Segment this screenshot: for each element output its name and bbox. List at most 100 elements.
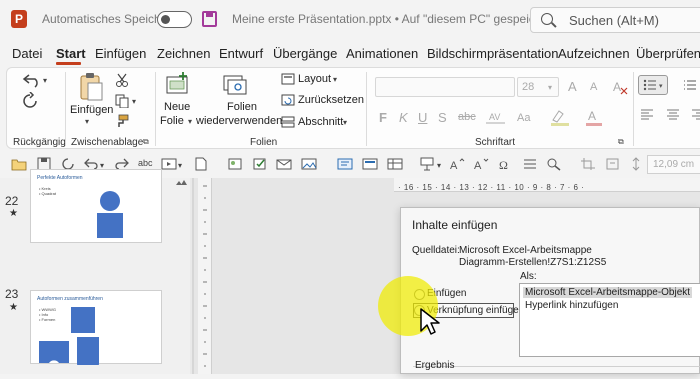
font-family-select[interactable] [375, 77, 515, 97]
font-size-dropdown-icon[interactable]: ▾ [548, 83, 552, 92]
shrink-font-qat-icon[interactable]: A [473, 157, 489, 171]
reuse-slides-icon[interactable] [222, 74, 248, 98]
source-label: Quelldatei: [412, 245, 460, 256]
highlight-color-icon[interactable] [549, 108, 571, 126]
slide-thumbnail-23[interactable]: Autoformen zusammenführen • WWWG • Info … [30, 290, 162, 365]
align-center-icon[interactable] [666, 108, 680, 122]
tab-zeichnen[interactable]: Zeichnen [157, 46, 210, 61]
font-shrink-button[interactable]: A [590, 81, 597, 93]
tab-start[interactable]: Start [56, 46, 86, 61]
redo-icon[interactable] [21, 92, 39, 110]
open-folder-icon[interactable] [11, 157, 27, 171]
paste-icon[interactable] [78, 72, 104, 102]
layout-icon[interactable] [281, 73, 295, 85]
slide-animation-star-icon: ★ [9, 302, 18, 313]
clipboard-launcher-icon[interactable]: ⧉ [143, 137, 149, 147]
list-item-excel-object[interactable]: Microsoft Excel-Arbeitsmappe-Objekt [523, 287, 693, 298]
slide-thumbnail-22[interactable]: Perfekte Autoformen • Kreis • Quadrat [30, 169, 162, 243]
new-slide-icon[interactable] [165, 72, 191, 96]
new-slide-label-2[interactable]: Folie [160, 115, 184, 128]
svg-text:A: A [474, 160, 482, 171]
clear-formatting-icon[interactable]: A [612, 79, 628, 95]
font-launcher-icon[interactable]: ⧉ [618, 137, 624, 147]
change-case-icon[interactable]: Aa [516, 110, 538, 124]
cut-icon[interactable] [115, 73, 129, 87]
result-label: Ergebnis [415, 360, 455, 371]
italic-button[interactable]: K [399, 110, 408, 125]
tab-ueberpruefen[interactable]: Überprüfen [636, 46, 700, 61]
reset-icon[interactable] [281, 94, 295, 106]
grow-font-qat-icon[interactable]: A [449, 157, 465, 171]
picture-qat-icon[interactable] [301, 157, 317, 171]
presenter-qat-icon[interactable] [419, 157, 435, 171]
undo-icon[interactable] [21, 72, 43, 88]
reset-label[interactable]: Zurücksetzen [298, 94, 364, 107]
zoom-qat-icon[interactable] [546, 157, 562, 171]
textbox-qat-icon[interactable] [337, 157, 353, 171]
paste-dropdown-icon[interactable]: ▾ [85, 117, 89, 126]
layout-label[interactable]: Layout [298, 73, 331, 86]
align-left-icon[interactable] [640, 108, 654, 122]
tab-uebergaenge[interactable]: Übergänge [273, 46, 337, 61]
shadow-button[interactable]: S [438, 110, 447, 125]
paste-as-listbox[interactable]: Microsoft Excel-Arbeitsmappe-Objekt Hype… [519, 283, 700, 357]
new-doc-qat-icon[interactable] [193, 157, 209, 171]
copy-dropdown-icon[interactable]: ▾ [132, 97, 136, 106]
tab-datei[interactable]: Datei [12, 46, 42, 61]
section-label[interactable]: Abschnitt [298, 116, 343, 129]
strikethrough-button[interactable]: abc [458, 111, 476, 123]
shape-height-input[interactable]: 12,09 cm [647, 155, 700, 174]
bold-button[interactable]: F [379, 110, 387, 125]
slide-bullet: • Quadrat [39, 191, 56, 196]
copy-icon[interactable] [115, 94, 129, 108]
crop-qat-icon[interactable] [580, 157, 596, 171]
list-qat-icon[interactable] [522, 157, 538, 171]
svg-text:A: A [450, 160, 458, 171]
source-line-1: Microsoft Excel-Arbeitsmappe [459, 245, 592, 256]
spelling-qat-button[interactable]: abc [138, 158, 153, 168]
tab-entwurf[interactable]: Entwurf [219, 46, 263, 61]
section-icon[interactable] [281, 116, 295, 128]
paste-link-radio-label[interactable]: Verknüpfung einfügen [427, 305, 524, 316]
check-qat-icon[interactable] [252, 157, 268, 171]
tab-animationen[interactable]: Animationen [346, 46, 418, 61]
layout-dropdown-icon[interactable]: ▾ [333, 75, 337, 84]
present-qat-dropdown-icon[interactable]: ▾ [178, 161, 182, 170]
ribbon-separator [155, 72, 156, 146]
underline-button[interactable]: U [418, 110, 427, 125]
slide-bullets: • Kreis • Quadrat [39, 186, 56, 196]
reuse-slides-label[interactable]: Folien [227, 101, 257, 114]
font-grow-button[interactable]: A [568, 79, 577, 94]
tab-bildschirmpraesentation[interactable]: Bildschirmpräsentation [427, 46, 559, 61]
list-item-hyperlink[interactable]: Hyperlink hinzufügen [523, 300, 620, 311]
font-color-icon[interactable]: A [584, 108, 606, 126]
search-input[interactable]: Suchen (Alt+M) [530, 7, 700, 33]
thumb-scroll-up-icon[interactable] [181, 180, 187, 185]
shape-qat-icon[interactable] [227, 157, 243, 171]
new-slide-label[interactable]: Neue [164, 101, 190, 114]
tab-aufzeichnen[interactable]: Aufzeichnen [558, 46, 630, 61]
new-slide-dropdown-icon[interactable]: ▾ [188, 117, 192, 126]
numbered-list-icon[interactable] [683, 78, 697, 92]
autosave-toggle[interactable] [157, 11, 192, 28]
mail-qat-icon[interactable] [276, 157, 292, 171]
section-dropdown-icon[interactable]: ▾ [343, 118, 347, 127]
align-right-icon[interactable] [691, 108, 700, 122]
undo-dropdown-icon[interactable]: ▾ [43, 76, 47, 85]
reuse-slides-label-2[interactable]: wiederverwenden [196, 115, 282, 128]
presenter-qat-dropdown-icon[interactable]: ▾ [437, 161, 441, 170]
format-painter-icon[interactable] [115, 114, 129, 128]
table-qat-icon[interactable] [387, 157, 403, 171]
font-size-select[interactable]: 28 ▾ [517, 77, 559, 97]
slide-layout-qat-icon[interactable] [362, 157, 378, 171]
paste-label[interactable]: Einfügen [70, 104, 113, 117]
slide-number-22: 22 [5, 194, 19, 208]
save-icon[interactable] [202, 11, 217, 27]
bullets-button[interactable]: ▾ [638, 75, 668, 95]
resize-qat-icon[interactable] [605, 157, 621, 171]
tab-einfuegen[interactable]: Einfügen [95, 46, 146, 61]
char-spacing-icon[interactable]: AV [485, 110, 507, 124]
height-qat-icon[interactable] [628, 157, 644, 171]
present-qat-icon[interactable] [161, 157, 177, 171]
symbol-qat-icon[interactable]: Ω [497, 157, 513, 171]
